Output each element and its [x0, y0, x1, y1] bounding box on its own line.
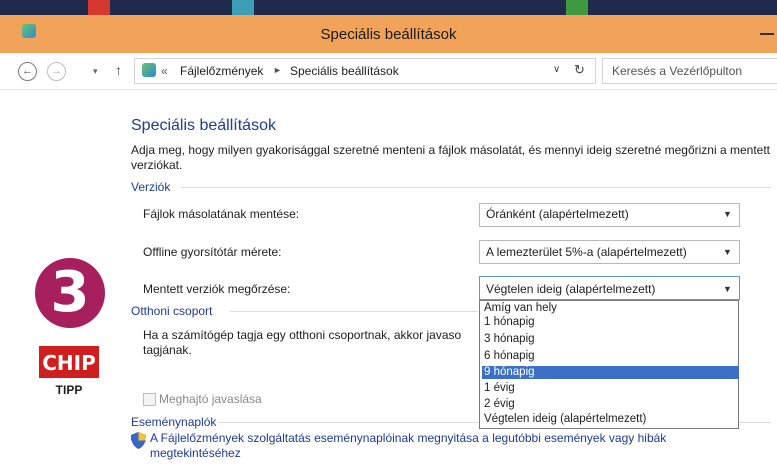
- back-icon[interactable]: ←: [18, 62, 37, 81]
- chevron-down-icon: ▼: [723, 284, 732, 294]
- tipp-label: TIPP: [55, 383, 83, 397]
- dropdown-option[interactable]: 6 hónapig: [482, 350, 739, 363]
- step-number-badge: 3: [35, 258, 105, 328]
- page-title: Speciális beállítások: [131, 117, 276, 134]
- chevron-down-icon: ▼: [723, 247, 732, 257]
- offline-cache-value: A lemezterület 5%-a (alapértelmezett): [486, 245, 687, 259]
- section-heading-homegroup: Otthoni csoport: [131, 304, 213, 318]
- intro-text: Adja meg, hogy milyen gyakorisággal szer…: [131, 143, 770, 172]
- shield-icon: [131, 432, 146, 449]
- keep-versions-label: Mentett verziók megőrzése:: [143, 282, 291, 296]
- breadcrumb-arrow-icon[interactable]: ►: [273, 65, 282, 75]
- up-icon[interactable]: ↑: [115, 62, 122, 78]
- recommend-drive-label: Meghajtó javaslása: [159, 392, 262, 406]
- dropdown-option[interactable]: 2 évig: [482, 398, 739, 411]
- section-divider: [181, 187, 771, 188]
- event-logs-link[interactable]: A Fájlelőzmények szolgáltatás eseménynap…: [150, 431, 750, 461]
- homegroup-text: Ha a számítógép tagja egy otthoni csopor…: [143, 328, 462, 357]
- dropdown-option[interactable]: 1 hónapig: [482, 316, 739, 329]
- dropdown-option[interactable]: Végtelen ideig (alapértelmezett): [482, 413, 739, 426]
- minimize-button[interactable]: [760, 33, 774, 35]
- section-divider: [230, 311, 478, 312]
- control-panel-icon: [142, 63, 156, 77]
- section-heading-event-logs: Eseménynaplók: [131, 415, 217, 429]
- forward-icon[interactable]: →: [47, 62, 66, 81]
- section-heading-versions: Verziók: [131, 180, 171, 194]
- taskbar-app-icon[interactable]: [88, 0, 110, 15]
- keep-versions-value: Végtelen ideig (alapértelmezett): [486, 282, 656, 296]
- dropdown-option[interactable]: 3 hónapig: [482, 333, 739, 346]
- taskbar-app-icon[interactable]: [566, 0, 588, 15]
- offline-cache-label: Offline gyorsítótár mérete:: [143, 245, 282, 259]
- chip-logo: CHIP: [39, 346, 99, 378]
- dropdown-option[interactable]: 1 évig: [482, 382, 739, 395]
- refresh-icon[interactable]: ↻: [574, 62, 585, 78]
- taskbar: [0, 0, 777, 15]
- search-placeholder: Keresés a Vezérlőpulton: [612, 64, 743, 78]
- save-frequency-label: Fájlok másolatának mentése:: [143, 207, 300, 221]
- chevron-down-icon: ▼: [723, 209, 732, 219]
- recent-locations-chevron-down-icon[interactable]: ▾: [93, 66, 98, 77]
- dropdown-option[interactable]: Amíg van hely: [482, 302, 739, 315]
- taskbar-app-icon[interactable]: [232, 0, 254, 15]
- breadcrumb-advanced-settings[interactable]: Speciális beállítások: [290, 64, 399, 78]
- svg-text:CHIP: CHIP: [42, 351, 96, 375]
- breadcrumb-file-history[interactable]: Fájlelőzmények: [180, 64, 263, 78]
- save-frequency-value: Óránként (alapértelmezett): [486, 207, 629, 221]
- dropdown-option-selected[interactable]: 9 hónapig: [482, 366, 739, 379]
- window-title: Speciális beállítások: [320, 26, 457, 43]
- recommend-drive-checkbox[interactable]: [143, 393, 156, 406]
- address-dropdown-chevron-down-icon[interactable]: ∨: [553, 64, 560, 75]
- breadcrumb-overflow[interactable]: «: [161, 64, 168, 78]
